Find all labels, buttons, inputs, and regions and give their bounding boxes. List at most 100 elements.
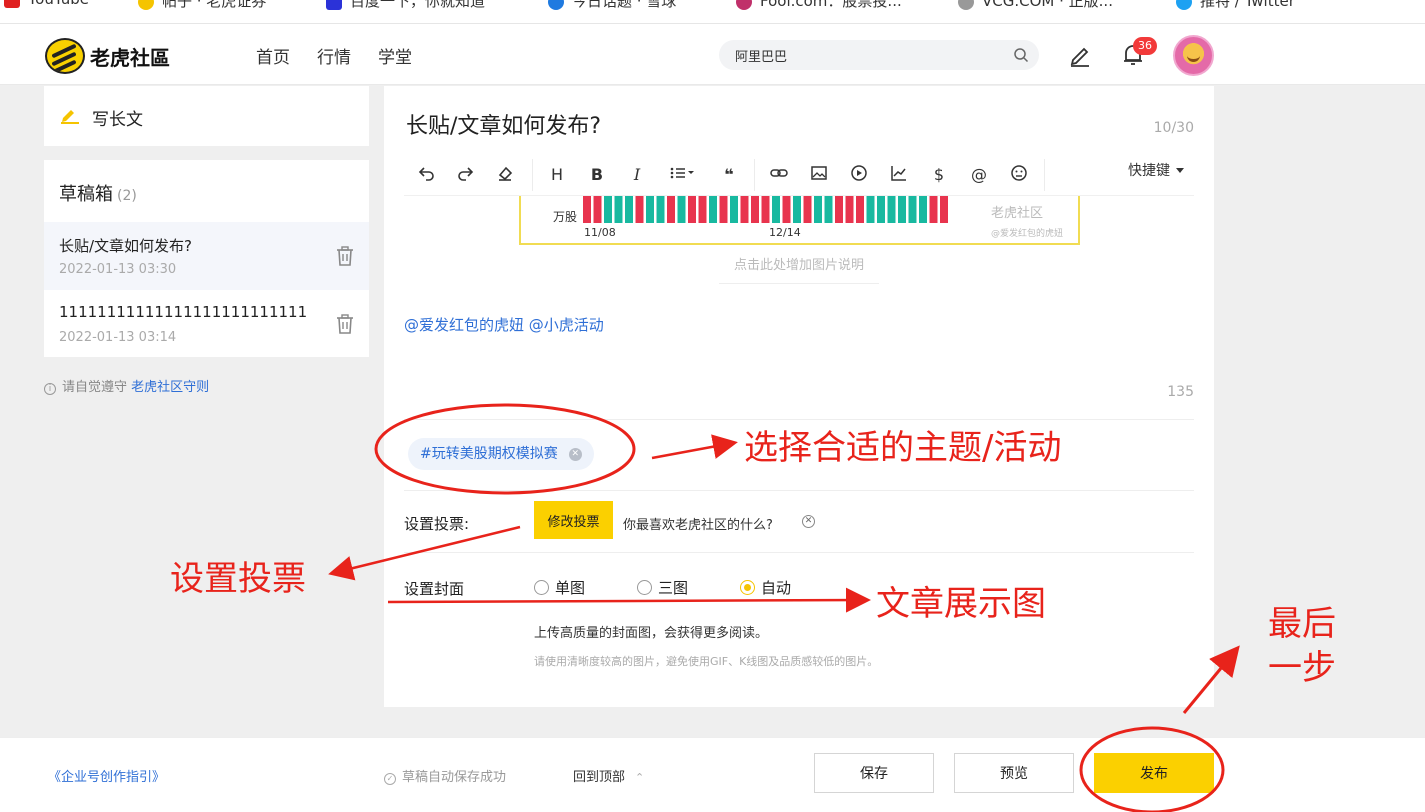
volume-bar	[604, 196, 612, 223]
volume-bar	[751, 196, 759, 223]
volume-bar	[887, 196, 896, 223]
avatar[interactable]	[1173, 35, 1214, 76]
twitter-icon	[1176, 0, 1192, 10]
cover-option-triple[interactable]: 三图	[637, 577, 688, 598]
autosave-status: ✓ 草稿自动保存成功	[384, 766, 506, 785]
cover-note: 请使用清晰度较高的图片，避免使用GIF、K线图及品质感较低的图片。	[534, 655, 879, 668]
editor-footer: 《企业号创作指引》 ✓ 草稿自动保存成功 回到顶部 ⌃ 保存 预览 发布	[0, 737, 1425, 812]
bookmark-label: 帖子 · 老虎证券	[162, 0, 267, 10]
volume-bar	[835, 196, 843, 223]
nav-home[interactable]: 首页	[256, 43, 290, 68]
volume-bar	[614, 196, 623, 223]
bookmark-youtube[interactable]: YouTube	[4, 0, 89, 8]
volume-bar	[856, 196, 864, 223]
embedded-chart-image[interactable]: 万股 11/08 12/14 老虎社区 @爱发红包的虎妞	[519, 196, 1080, 245]
heading-icon[interactable]: H	[546, 164, 568, 186]
volume-bar	[919, 196, 927, 223]
bookmark-fool[interactable]: Fool.com：股票投...	[736, 0, 902, 11]
image-icon[interactable]	[808, 164, 830, 186]
fool-icon	[736, 0, 752, 10]
cover-label: 设置封面	[404, 580, 465, 598]
dollar-icon[interactable]: $	[928, 164, 950, 186]
remove-vote-icon[interactable]: ✕	[802, 515, 815, 528]
chart-watermark-sub: @爱发红包的虎妞	[991, 229, 1064, 239]
trash-icon[interactable]	[336, 314, 354, 334]
volume-bar	[719, 196, 728, 223]
volume-bar	[761, 196, 770, 223]
radio-icon	[534, 580, 549, 595]
nav-academy[interactable]: 学堂	[378, 43, 412, 68]
site-logo-text[interactable]: 老虎社區	[90, 42, 170, 71]
bookmark-label: 推特 / Twitter	[1200, 0, 1295, 10]
write-post-icon[interactable]	[1067, 42, 1093, 68]
bookmarks-bar: YouTube 帖子 · 老虎证券 百度一下，你就知道 今日话题 · 雪球 Fo…	[0, 0, 1425, 24]
article-editor: 长贴/文章如何发布? 10/30 H B I ❝ $ @ 快捷键 万股 11/0…	[384, 86, 1214, 707]
volume-bar	[646, 196, 654, 223]
community-rules-link[interactable]: 老虎社区守则	[131, 380, 209, 395]
back-to-top[interactable]: 回到顶部 ⌃	[573, 766, 644, 785]
save-button[interactable]: 保存	[814, 753, 934, 793]
italic-icon[interactable]: I	[626, 164, 648, 186]
pencil-icon	[61, 110, 79, 124]
chart-x-label: 11/08	[584, 226, 616, 239]
nav-market[interactable]: 行情	[317, 43, 351, 68]
write-article-card[interactable]: 写长文	[44, 86, 369, 146]
draft-date: 2022-01-13 03:30	[59, 262, 177, 277]
cover-option-single[interactable]: 单图	[534, 577, 585, 598]
bookmark-baidu[interactable]: 百度一下，你就知道	[326, 0, 485, 11]
list-icon[interactable]	[666, 164, 700, 186]
undo-icon[interactable]	[416, 164, 438, 186]
redo-icon[interactable]	[454, 164, 476, 186]
mentions-text[interactable]: @爱发红包的虎妞 @小虎活动	[404, 314, 604, 335]
annotation-vote-text: 设置投票	[170, 559, 306, 599]
article-title-input[interactable]: 长贴/文章如何发布?	[406, 108, 601, 140]
emoji-icon[interactable]	[1008, 164, 1030, 186]
bold-icon[interactable]: B	[586, 164, 608, 186]
body-char-count: 135	[1167, 384, 1194, 400]
volume-bars	[583, 196, 948, 223]
rules-prefix: 请自觉遵守	[62, 380, 128, 395]
search-input[interactable]	[735, 40, 1005, 70]
volume-bar	[593, 196, 602, 223]
xueqiu-icon	[548, 0, 564, 10]
bookmark-twitter[interactable]: 推特 / Twitter	[1176, 0, 1295, 11]
editor-toolbar: H B I ❝ $ @ 快捷键	[404, 154, 1194, 196]
topic-tag-label: #玩转美股期权模拟赛	[420, 446, 558, 462]
edit-vote-button[interactable]: 修改投票	[534, 501, 613, 539]
remove-topic-icon[interactable]: ✕	[568, 448, 582, 461]
title-char-count: 10/30	[1153, 120, 1194, 136]
notification-badge: 36	[1133, 37, 1157, 55]
volume-bar	[898, 196, 906, 223]
check-circle-icon: ✓	[384, 773, 396, 785]
bookmark-label: 今日话题 · 雪球	[572, 0, 677, 10]
preview-button[interactable]: 预览	[954, 753, 1074, 793]
link-icon[interactable]	[768, 164, 790, 186]
annotation-cover-text: 文章展示图	[876, 584, 1046, 624]
search-icon[interactable]	[1013, 47, 1029, 63]
vcg-icon	[958, 0, 974, 10]
volume-bar	[656, 196, 665, 223]
cover-option-auto[interactable]: 自动	[740, 577, 791, 598]
bookmark-xueqiu[interactable]: 今日话题 · 雪球	[548, 0, 676, 11]
draft-item[interactable]: 长贴/文章如何发布? 2022-01-13 03:30	[44, 222, 369, 290]
bookmark-vcg[interactable]: VCG.COM · 正版...	[958, 0, 1113, 11]
video-icon[interactable]	[848, 164, 870, 186]
quote-icon[interactable]: ❝	[718, 164, 740, 186]
tiger-logo-icon[interactable]	[45, 38, 85, 74]
eraser-icon[interactable]	[494, 164, 516, 186]
topic-tag[interactable]: #玩转美股期权模拟赛 ✕	[408, 438, 594, 470]
publish-button[interactable]: 发布	[1094, 753, 1214, 793]
volume-bar	[688, 196, 696, 223]
bookmark-tiger[interactable]: 帖子 · 老虎证券	[138, 0, 266, 11]
trash-icon[interactable]	[336, 246, 354, 266]
shortcut-dropdown[interactable]: 快捷键	[1128, 160, 1184, 180]
write-article-label: 写长文	[92, 110, 143, 130]
draft-item[interactable]: 11111111111111111111111111 2022-01-13 03…	[44, 290, 369, 358]
image-caption-input[interactable]: 点击此处增加图片说明	[719, 254, 879, 284]
radio-selected-icon	[740, 580, 755, 595]
creator-guide-link[interactable]: 《企业号创作指引》	[48, 766, 165, 785]
volume-bar	[908, 196, 917, 223]
drafts-count: (2)	[117, 188, 137, 204]
stock-chart-icon[interactable]	[888, 164, 910, 186]
mention-icon[interactable]: @	[968, 164, 990, 186]
